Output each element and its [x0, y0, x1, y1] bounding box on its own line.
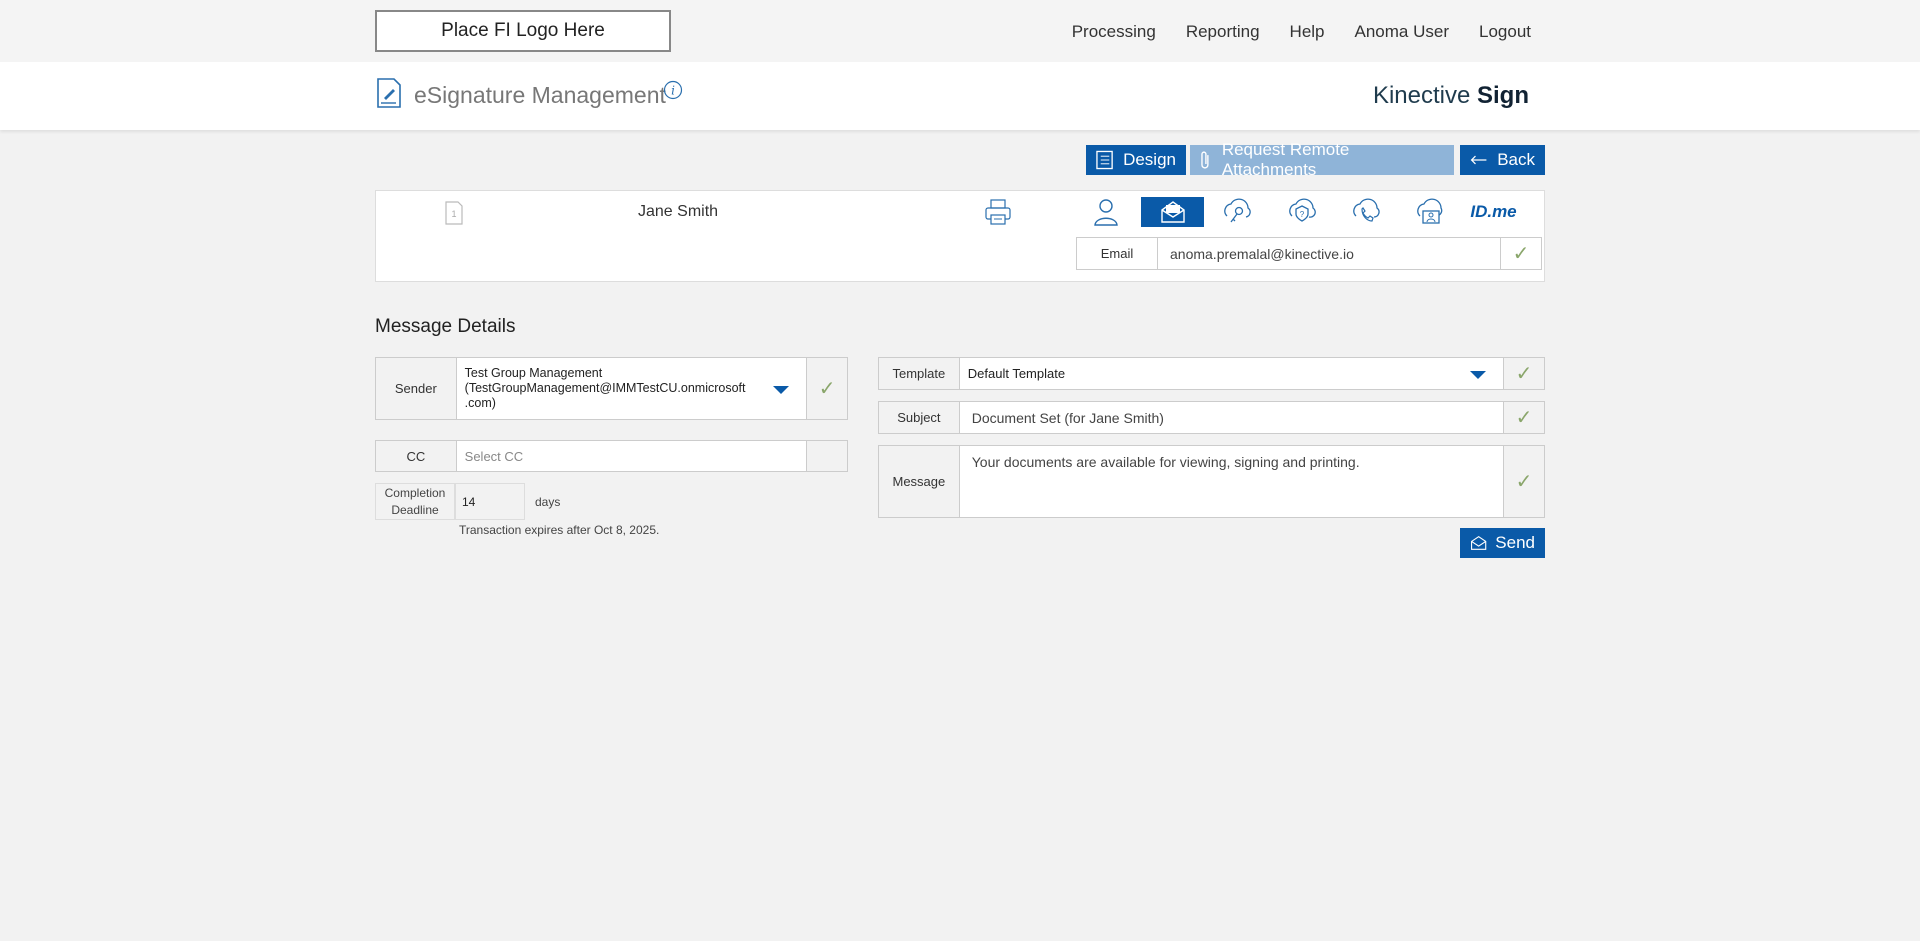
person-icon[interactable]: [1074, 197, 1137, 227]
page-title: eSignature Management: [414, 82, 666, 108]
deadline-unit: days: [535, 495, 561, 509]
section-title: Message Details: [375, 316, 516, 337]
nav-processing[interactable]: Processing: [1072, 22, 1156, 42]
svg-text:1: 1: [451, 209, 456, 219]
sender-value-line1: Test Group Management: [464, 366, 603, 380]
sender-value-line3: .com): [464, 396, 496, 410]
template-value: Default Template: [967, 366, 1066, 381]
chevron-down-icon: [1469, 371, 1486, 379]
send-button[interactable]: Send: [1460, 528, 1545, 558]
signer-name: Jane Smith: [638, 203, 719, 220]
email-label: Email: [1077, 238, 1158, 269]
cc-label: CC: [376, 441, 457, 471]
cc-field: CC Select CC: [375, 440, 848, 472]
deadline-label: Completion Deadline: [375, 483, 455, 520]
sender-field: Sender Test Group Management (TestGroupM…: [375, 357, 848, 420]
template-label: Template: [879, 358, 960, 389]
main-nav: Processing Reporting Help Anoma User Log…: [1072, 22, 1531, 42]
send-envelope-icon: [1471, 536, 1487, 550]
id-card-icon[interactable]: [1398, 197, 1461, 227]
sender-value-line2: (TestGroupManagement@IMMTestCU.onmicroso…: [464, 381, 746, 395]
document-count-icon[interactable]: 1: [442, 199, 466, 227]
info-icon[interactable]: i: [663, 80, 683, 100]
brand-logo: Kinective Sign: [1372, 82, 1529, 109]
nav-reporting[interactable]: Reporting: [1186, 22, 1260, 42]
key-icon[interactable]: [1205, 197, 1268, 227]
printer-icon[interactable]: [984, 198, 1012, 226]
list-doc-icon: [1096, 150, 1113, 170]
deadline-input[interactable]: 14: [455, 483, 525, 520]
template-field: Template Default Template ✓: [878, 357, 1545, 390]
top-bar: [0, 0, 1920, 62]
nav-help[interactable]: Help: [1290, 22, 1325, 42]
check-icon: ✓: [1512, 243, 1530, 265]
email-value[interactable]: anoma.premalal@kinective.io: [1158, 238, 1501, 269]
app-header: [0, 62, 1920, 130]
check-icon: ✓: [806, 358, 847, 419]
sender-select[interactable]: Test Group Management (TestGroupManageme…: [457, 358, 807, 419]
back-button[interactable]: Back: [1460, 145, 1545, 175]
design-button[interactable]: Design: [1086, 145, 1186, 175]
sender-label: Sender: [376, 358, 457, 419]
chevron-down-icon: [772, 386, 789, 394]
cc-input[interactable]: Select CC: [457, 441, 807, 471]
idme-icon[interactable]: ID.me: [1462, 197, 1525, 227]
expiration-text: Transaction expires after Oct 8, 2025.: [459, 523, 660, 537]
paperclip-icon: [1201, 151, 1209, 169]
subject-field: Subject Document Set (for Jane Smith) ✓: [878, 401, 1545, 434]
check-icon: ✓: [1503, 358, 1544, 389]
logo-placeholder: Place FI Logo Here: [375, 10, 671, 52]
request-attachments-button[interactable]: Request Remote Attachments: [1190, 140, 1454, 179]
check-icon: ✓: [1503, 402, 1544, 433]
nav-logout[interactable]: Logout: [1479, 22, 1531, 42]
back-label: Back: [1497, 150, 1535, 169]
cc-check-cell: [806, 441, 847, 471]
message-field: Message Your documents are available for…: [878, 445, 1545, 518]
subject-label: Subject: [879, 402, 960, 433]
svg-text:?: ?: [1299, 210, 1304, 219]
email-field: Email anoma.premalal@kinective.io ✓: [1076, 237, 1542, 270]
subject-input[interactable]: Document Set (for Jane Smith): [960, 402, 1503, 433]
nav-user[interactable]: Anoma User: [1355, 22, 1449, 42]
message-textarea[interactable]: Your documents are available for viewing…: [960, 446, 1503, 517]
design-label: Design: [1123, 150, 1176, 169]
send-label: Send: [1495, 533, 1535, 552]
arrow-left-icon: [1470, 155, 1487, 165]
kba-icon[interactable]: ?: [1270, 197, 1333, 227]
check-icon: ✓: [1503, 446, 1544, 517]
idme-label: ID.me: [1470, 202, 1517, 221]
attachments-label: Request Remote Attachments: [1221, 140, 1350, 179]
message-label: Message: [879, 446, 960, 517]
svg-text:i: i: [671, 84, 675, 98]
template-select[interactable]: Default Template: [960, 358, 1503, 389]
signature-document-icon: [377, 78, 401, 108]
phone-icon[interactable]: [1334, 197, 1397, 227]
email-icon[interactable]: [1141, 197, 1204, 227]
